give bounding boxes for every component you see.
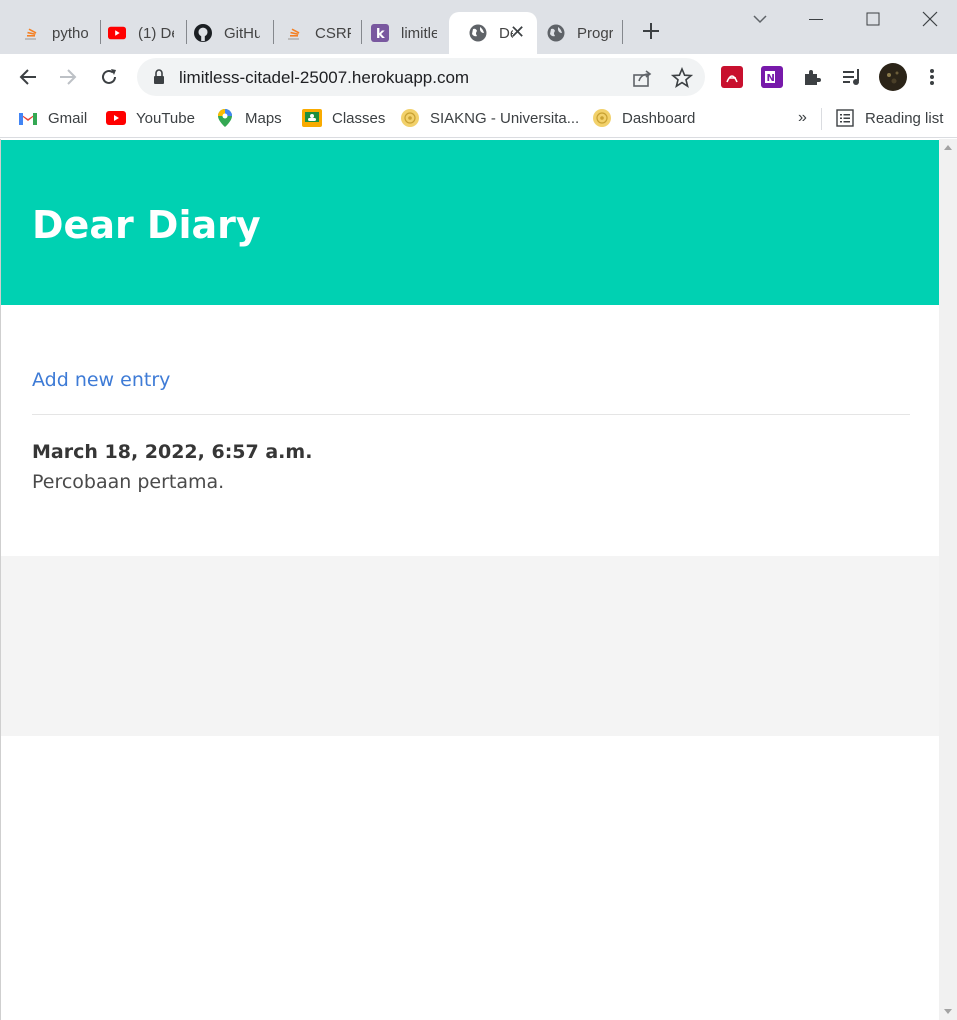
bookmarks-divider: [821, 108, 822, 130]
classroom-icon: [302, 108, 322, 128]
tab-title: pytho: [52, 24, 88, 42]
bookmark-label: Dashboard: [622, 109, 696, 127]
scroll-down-arrow-icon[interactable]: [944, 1009, 952, 1014]
tab-title: Progr: [577, 24, 613, 42]
university-icon: [400, 108, 420, 128]
browser-toolbar: limitless-citadel-25007.herokuapp.com N: [0, 54, 957, 100]
address-bar[interactable]: limitless-citadel-25007.herokuapp.com: [137, 58, 705, 96]
page-viewport: Dear Diary Add new entry March 18, 2022,…: [0, 139, 957, 1020]
svg-text:k: k: [376, 27, 385, 42]
github-icon: [194, 24, 212, 42]
onenote-extension-icon[interactable]: N: [760, 65, 784, 89]
close-window-icon[interactable]: [919, 8, 941, 30]
new-tab-plus-icon[interactable]: [640, 20, 662, 42]
reading-list-button[interactable]: Reading list: [835, 108, 943, 128]
tab-csrf[interactable]: CSRF: [265, 12, 363, 54]
media-queue-icon[interactable]: [840, 65, 864, 89]
tab-separator: [622, 20, 623, 44]
bookmark-siakng[interactable]: SIAKNG - Universita...: [400, 108, 579, 128]
bookmark-label: Gmail: [48, 109, 88, 127]
university-icon: [592, 108, 612, 128]
hero-banner: Dear Diary: [1, 140, 940, 305]
tab-title: limitle: [401, 24, 437, 42]
tab-python[interactable]: pytho: [2, 12, 100, 54]
minimize-icon[interactable]: [805, 8, 827, 30]
bookmark-dashboard[interactable]: Dashboard: [592, 108, 695, 128]
page-footer: [1, 556, 940, 736]
bookmark-gmail[interactable]: Gmail: [18, 108, 87, 128]
gmail-icon: [18, 108, 38, 128]
url-text[interactable]: limitless-citadel-25007.herokuapp.com: [179, 68, 469, 88]
bookmark-youtube[interactable]: YouTube: [106, 108, 195, 128]
bookmark-label: YouTube: [136, 109, 195, 127]
bookmark-star-icon[interactable]: [670, 66, 694, 89]
bookmark-classes[interactable]: Classes: [302, 108, 385, 128]
forward-arrow-icon[interactable]: [56, 65, 80, 89]
bookmarks-overflow-chevron-icon[interactable]: »: [798, 108, 807, 128]
tab-heroku[interactable]: k limitle: [351, 12, 449, 54]
entry-date: March 18, 2022, 6:57 a.m.: [32, 441, 313, 463]
entry-text: Percobaan pertama.: [32, 471, 225, 493]
bookmark-label: SIAKNG - Universita...: [430, 109, 580, 127]
stackoverflow-icon: [22, 24, 40, 42]
svg-text:N: N: [767, 73, 775, 84]
browser-window: pytho (1) De GitHu CSRF k: [0, 0, 957, 1020]
bookmarks-bar: Gmail YouTube Maps Classes SIAKNG - Univ…: [0, 100, 957, 138]
tab-search-chevron-icon[interactable]: [749, 8, 771, 30]
add-new-entry-link[interactable]: Add new entry: [32, 369, 170, 391]
tab-progress[interactable]: Progr: [527, 12, 625, 54]
stackoverflow-icon: [285, 24, 303, 42]
globe-icon: [547, 24, 565, 42]
globe-icon: [469, 24, 487, 42]
extensions-puzzle-icon[interactable]: [800, 65, 824, 89]
tab-title: CSRF: [315, 24, 351, 42]
tab-github[interactable]: GitHu: [174, 12, 272, 54]
divider: [32, 414, 910, 415]
reload-icon[interactable]: [97, 65, 121, 89]
page-title: Dear Diary: [32, 203, 261, 247]
close-tab-icon[interactable]: ✕: [510, 22, 525, 43]
bookmark-maps[interactable]: Maps: [215, 108, 282, 128]
youtube-icon: [108, 24, 126, 42]
tab-title: GitHu: [224, 24, 260, 42]
reading-list-icon: [835, 108, 855, 128]
vertical-scrollbar[interactable]: [939, 139, 957, 1020]
tab-youtube[interactable]: (1) De: [88, 12, 186, 54]
heroku-icon: k: [371, 24, 389, 42]
profile-avatar[interactable]: [879, 63, 907, 91]
tab-title: (1) De: [138, 24, 174, 42]
youtube-icon: [106, 108, 126, 128]
bookmark-label: Maps: [245, 109, 282, 127]
lock-icon[interactable]: [153, 69, 165, 90]
share-icon[interactable]: [631, 67, 653, 89]
back-arrow-icon[interactable]: [16, 65, 40, 89]
maps-icon: [215, 108, 235, 128]
bookmark-label: Classes: [332, 109, 386, 127]
browser-menu-icon[interactable]: [920, 65, 944, 89]
reading-list-label: Reading list: [865, 109, 944, 127]
tab-strip: pytho (1) De GitHu CSRF k: [0, 0, 957, 54]
entries-section: Add new entry March 18, 2022, 6:57 a.m. …: [1, 305, 940, 556]
scroll-up-arrow-icon[interactable]: [944, 145, 952, 150]
maximize-icon[interactable]: [862, 8, 884, 30]
acrobat-extension-icon[interactable]: [720, 65, 744, 89]
